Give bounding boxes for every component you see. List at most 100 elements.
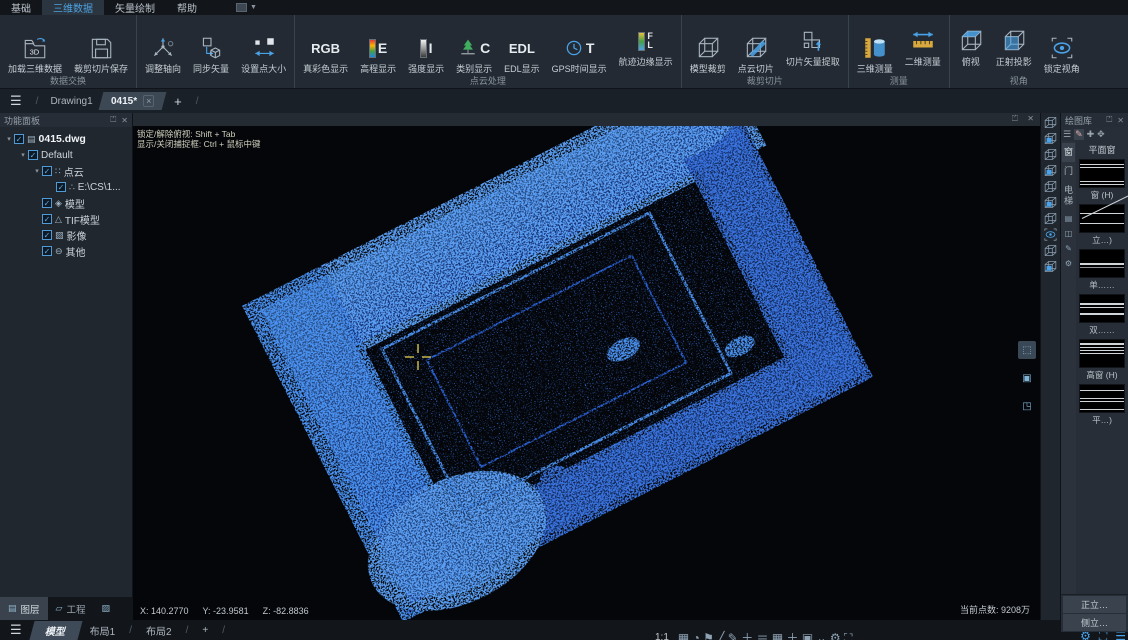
block-item-single[interactable]: 单……	[1079, 249, 1125, 291]
elevation-display-button[interactable]: E 高程显示	[354, 17, 402, 75]
tree-item-pointcloud[interactable]: ▾ ✓ ∷ 点云	[0, 163, 132, 179]
front-elevation-button[interactable]: 正立…	[1063, 596, 1126, 613]
block-item-flat[interactable]: 平…)	[1079, 384, 1125, 426]
checkbox[interactable]: ✓	[42, 198, 52, 208]
view-cube-right-icon[interactable]	[1043, 179, 1058, 194]
list-icon[interactable]: ☰	[1063, 129, 1071, 140]
block-item-double[interactable]: 双……	[1079, 294, 1125, 336]
sync-vector-button[interactable]: 同步矢量	[187, 17, 235, 75]
tree-item-dwg[interactable]: ▾ ✓ ▤ 0415.dwg	[0, 131, 132, 147]
add-icon[interactable]: ✚	[1087, 129, 1095, 140]
rgb-display-button[interactable]: RGB 真彩色显示	[297, 17, 354, 75]
checkbox[interactable]: ✓	[28, 150, 38, 160]
hamburger-menu-icon[interactable]: ☰	[0, 622, 32, 638]
chevron-down-icon[interactable]: ▼	[250, 4, 257, 11]
tab-layers[interactable]: ▤ 图层	[0, 597, 48, 620]
checkbox[interactable]: ✓	[14, 134, 24, 144]
pin-icon[interactable]: ⏍	[1106, 115, 1112, 125]
category-tab-elevator[interactable]: 电梯	[1062, 181, 1075, 211]
view-cube-back-icon[interactable]	[1043, 147, 1058, 162]
intensity-display-button[interactable]: I 强度显示	[402, 17, 450, 75]
crop-slice-save-button[interactable]: 裁剪切片保存	[68, 17, 134, 75]
top-view-button[interactable]: 俯视	[952, 17, 990, 75]
track-edge-display-button[interactable]: FL 航迹边缘显示	[613, 17, 679, 75]
tree-item-other[interactable]: ✓ ⊖ 其他	[0, 243, 132, 259]
select-tool-button[interactable]: ⬚	[1018, 341, 1036, 359]
menu-tab-basic[interactable]: 基础	[0, 0, 42, 15]
expand-arrow-icon[interactable]: ▾	[32, 167, 42, 175]
checkbox[interactable]: ✓	[56, 182, 66, 192]
tree-item-file[interactable]: ✓ ∴ E:\CS\1...	[0, 179, 132, 195]
menu-tab-3d-data[interactable]: 三维数据	[42, 0, 104, 15]
checkbox[interactable]: ✓	[42, 214, 52, 224]
tab-project[interactable]: ▱ 工程	[48, 597, 94, 620]
view-ortho-icon[interactable]	[1043, 259, 1058, 274]
statusbar-icon-strip[interactable]: ▦ ◔ ⚑ ╱ ✎ ＋ ＝ ▦ ＋ ▣ ⌄ ⚙ ⛶	[678, 629, 853, 640]
close-icon[interactable]: ✕	[1027, 114, 1034, 123]
tree-item-image[interactable]: ✓ ▨ 影像	[0, 227, 132, 243]
edit-icon[interactable]: ✎	[1074, 129, 1084, 140]
tree-item-model[interactable]: ✓ ◈ 模型	[0, 195, 132, 211]
pin-icon[interactable]: ⏍	[110, 115, 116, 125]
button-label: 二维测量	[905, 57, 941, 68]
view-mode-button[interactable]: ◳	[1018, 397, 1036, 415]
pan-hand-icon[interactable]: ✥	[1097, 129, 1105, 140]
column-icon[interactable]: ◫	[1065, 226, 1073, 241]
eye-icon[interactable]	[1043, 227, 1058, 242]
hamburger-menu-icon[interactable]: ☰	[0, 93, 32, 109]
scale-indicator[interactable]: 1:1	[655, 632, 669, 640]
blocks-icon[interactable]: ▤	[1065, 211, 1073, 226]
expand-arrow-icon[interactable]: ▾	[18, 151, 28, 159]
checkbox[interactable]: ✓	[42, 166, 52, 176]
add-tab-button[interactable]: +	[164, 94, 192, 109]
annotate-icon[interactable]: ✎	[1065, 241, 1072, 256]
measure-2d-button[interactable]: 二维测量	[899, 17, 947, 75]
menu-tab-vector-draw[interactable]: 矢量绘制	[104, 0, 166, 15]
checkbox[interactable]: ✓	[42, 230, 52, 240]
doc-tab-0415[interactable]: 0415* ×	[98, 92, 166, 110]
category-tab-window[interactable]: 窗	[1062, 143, 1075, 162]
expand-arrow-icon[interactable]: ▾	[4, 135, 14, 143]
tree-item-default[interactable]: ▾ ✓ Default	[0, 147, 132, 163]
layout-tab-layout1[interactable]: 布局1	[80, 623, 126, 638]
set-point-size-button[interactable]: 设置点大小	[235, 17, 292, 75]
view-cube-front-icon[interactable]	[1043, 131, 1058, 146]
model-crop-button[interactable]: 模型裁剪	[684, 17, 732, 75]
viewport-canvas[interactable]: ⏍ ✕	[133, 113, 1040, 620]
close-icon[interactable]: ✕	[121, 116, 128, 125]
add-layout-button[interactable]: +	[192, 625, 218, 636]
side-elevation-button[interactable]: 侧立…	[1063, 614, 1126, 631]
ortho-projection-button[interactable]: 正射投影	[990, 17, 1038, 75]
gear-icon[interactable]: ⚙	[1065, 256, 1072, 271]
checkbox[interactable]: ✓	[42, 246, 52, 256]
edl-display-button[interactable]: EDL EDL显示	[498, 17, 546, 75]
view-iso-icon[interactable]	[1043, 243, 1058, 258]
slice-vector-extract-button[interactable]: 切片矢量提取	[780, 17, 846, 75]
view-cube-left-icon[interactable]	[1043, 163, 1058, 178]
category-tab-door[interactable]: 门	[1062, 162, 1075, 181]
class-display-button[interactable]: C 类别显示	[450, 17, 498, 75]
lock-view-button[interactable]: 锁定视角	[1038, 17, 1086, 75]
view-cube-bottom-icon[interactable]	[1043, 211, 1058, 226]
pointcloud-slice-button[interactable]: 点云切片	[732, 17, 780, 75]
adjust-axis-button[interactable]: 调整轴向	[139, 17, 187, 75]
layout-tab-model[interactable]: 模型	[29, 621, 82, 640]
quick-tool-icon[interactable]	[236, 3, 247, 12]
block-item-high-window[interactable]: 高窗 (H)	[1079, 339, 1125, 381]
close-icon[interactable]: ×	[143, 95, 154, 107]
view-cube-icon[interactable]	[1043, 115, 1058, 130]
close-icon[interactable]: ✕	[1117, 116, 1124, 125]
layout-tab-layout2[interactable]: 布局2	[136, 623, 182, 638]
gps-time-display-button[interactable]: T GPS时间显示	[546, 17, 613, 75]
tab-images[interactable]: ▨	[93, 597, 118, 620]
block-item-window-h[interactable]: 窗 (H)	[1079, 159, 1125, 201]
zoom-extents-button[interactable]: ▣	[1018, 369, 1036, 387]
doc-tab-drawing1[interactable]: Drawing1	[42, 96, 100, 107]
menu-tab-help[interactable]: 帮助	[166, 0, 208, 15]
load-3d-data-button[interactable]: 加载三维数据	[2, 17, 68, 75]
pin-icon[interactable]: ⏍	[1012, 114, 1018, 124]
view-cube-top-icon[interactable]	[1043, 195, 1058, 210]
block-item-elevation[interactable]: 立…)	[1079, 204, 1125, 246]
measure-3d-button[interactable]: 三维测量	[851, 17, 899, 75]
tree-item-tif-model[interactable]: ✓ △ TIF模型	[0, 211, 132, 227]
